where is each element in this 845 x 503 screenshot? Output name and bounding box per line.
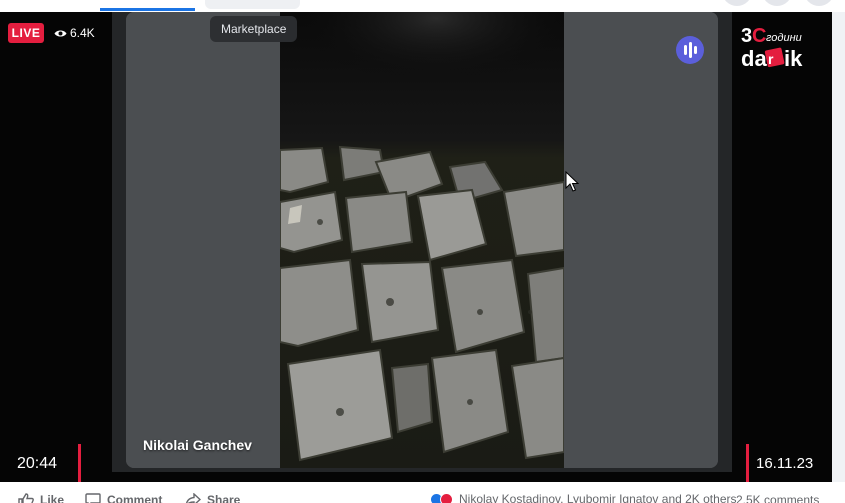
share-label: Share xyxy=(207,493,241,503)
browser-tab-strip xyxy=(0,0,845,12)
comments-count[interactable]: 2.5K comments xyxy=(736,493,819,503)
share-arrow-icon xyxy=(185,493,201,503)
svg-text:години: години xyxy=(766,32,802,44)
card-side-panel-left xyxy=(126,12,280,468)
comment-button[interactable]: Comment xyxy=(85,493,162,503)
marketplace-tooltip: Marketplace xyxy=(210,16,298,42)
thumbs-up-icon xyxy=(18,493,34,503)
reactions-text: Nikolay Kostadinov, Lyubomir Ignatov and… xyxy=(459,492,737,503)
audio-levels-icon xyxy=(693,46,697,54)
active-tab-indicator xyxy=(100,8,195,11)
page-scrollbar[interactable] xyxy=(832,12,845,482)
darik-logo: 3 C години da r ik xyxy=(741,25,803,71)
svg-text:3: 3 xyxy=(741,25,752,47)
eye-icon xyxy=(54,30,67,36)
love-reaction-icon xyxy=(440,492,453,503)
header-menu-button[interactable] xyxy=(722,0,752,6)
marketplace-tab[interactable] xyxy=(205,0,300,9)
speech-bubble-icon xyxy=(85,493,101,503)
stream-date: 16.11.23 xyxy=(756,455,814,472)
live-badge: LIVE xyxy=(8,23,44,43)
cobblestone-image xyxy=(280,12,564,468)
viewer-count: 6.4K xyxy=(54,24,95,42)
svg-text:r: r xyxy=(768,51,774,67)
viewer-count-label: 6.4K xyxy=(70,26,95,40)
svg-text:ik: ik xyxy=(784,46,803,71)
header-notifications-button[interactable] xyxy=(804,0,834,6)
date-accent-bar xyxy=(746,444,749,482)
stream-time: 20:44 xyxy=(17,455,58,472)
audio-levels-icon xyxy=(683,45,687,55)
comment-label: Comment xyxy=(107,493,163,503)
audio-levels-button[interactable] xyxy=(676,36,704,64)
card-side-panel-right xyxy=(564,12,718,468)
svg-text:da: da xyxy=(741,46,767,71)
post-action-bar: Like Comment Share Nikolay Kostadinov, L… xyxy=(0,482,845,503)
mouse-pointer-icon xyxy=(565,171,579,192)
like-label: Like xyxy=(40,493,65,503)
camera-feed xyxy=(280,12,564,468)
time-accent-bar xyxy=(78,444,81,482)
like-button[interactable]: Like xyxy=(18,493,64,503)
reactions-summary[interactable]: Nikolay Kostadinov, Lyubomir Ignatov and… xyxy=(430,492,737,503)
share-button[interactable]: Share xyxy=(185,493,240,503)
svg-text:C: C xyxy=(752,25,766,47)
audio-levels-icon xyxy=(688,42,692,58)
speaker-name: Nikolai Ganchev xyxy=(143,437,252,453)
header-messenger-button[interactable] xyxy=(762,0,792,6)
